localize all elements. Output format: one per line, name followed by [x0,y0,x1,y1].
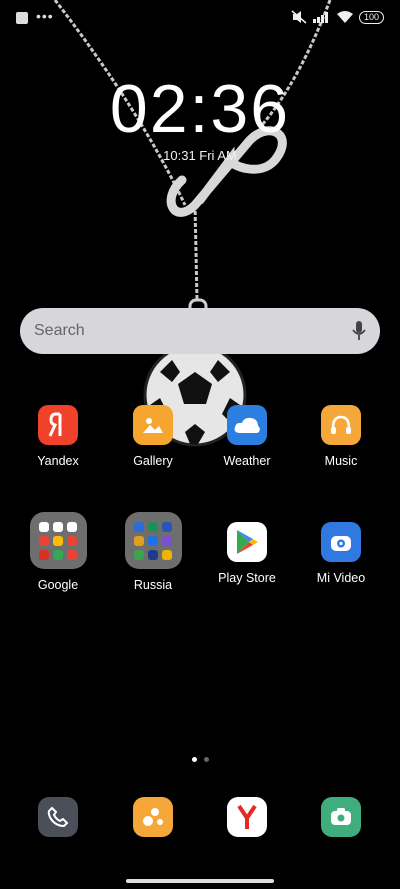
mi-video-icon [321,522,361,562]
folder-russia[interactable]: Russia [113,512,193,592]
app-label: Google [37,578,79,592]
russia-folder-icon [124,512,182,569]
app-weather[interactable]: Weather [207,405,287,468]
folder-google[interactable]: Google [18,512,98,592]
wifi-icon [336,11,353,23]
play-store-icon [227,522,267,562]
app-mi-video[interactable]: Mi Video [301,522,381,585]
app-label: Mi Video [316,571,366,585]
battery-icon: 100 [358,10,384,24]
app-music[interactable]: Music [301,405,381,468]
app-yandex[interactable]: Yandex [18,405,98,468]
yandex-browser-icon [237,804,257,829]
signal-icon [312,12,328,23]
app-label: Weather [223,454,271,468]
shortcuts-icon [143,808,163,826]
page-dot[interactable] [203,757,209,762]
app-gallery[interactable]: Gallery [113,405,193,468]
dock-camera[interactable] [321,797,361,837]
clock-time[interactable]: 02:36 [0,70,400,148]
app-label: Music [324,454,358,468]
page-dot-active[interactable] [191,757,197,762]
search-placeholder: Search [34,322,85,339]
dock-phone[interactable] [38,797,78,837]
clock-date: 10:31 Fri AM [163,148,237,163]
microphone-icon[interactable] [352,321,366,341]
home-indicator[interactable] [126,879,274,883]
app-label: Russia [133,578,173,592]
app-play-store[interactable]: Play Store [207,522,287,585]
music-icon [321,405,361,445]
phone-icon [47,806,69,828]
app-label: Yandex [37,454,79,468]
more-dots-icon: ••• [36,8,54,24]
notification-square-icon [16,12,28,24]
weather-icon [227,405,267,445]
yandex-icon [38,405,78,445]
gallery-icon [133,405,173,445]
app-label: Gallery [133,454,173,468]
search-bar[interactable]: Search [20,308,380,354]
page-indicator [0,757,400,762]
google-folder-icon [29,512,87,569]
dock-shortcuts[interactable] [133,797,173,837]
camera-icon [331,808,351,825]
mute-icon [291,10,307,24]
dock-yandex-browser[interactable] [227,797,267,837]
app-label: Play Store [218,571,276,585]
status-bar: ••• 100 [0,0,400,34]
